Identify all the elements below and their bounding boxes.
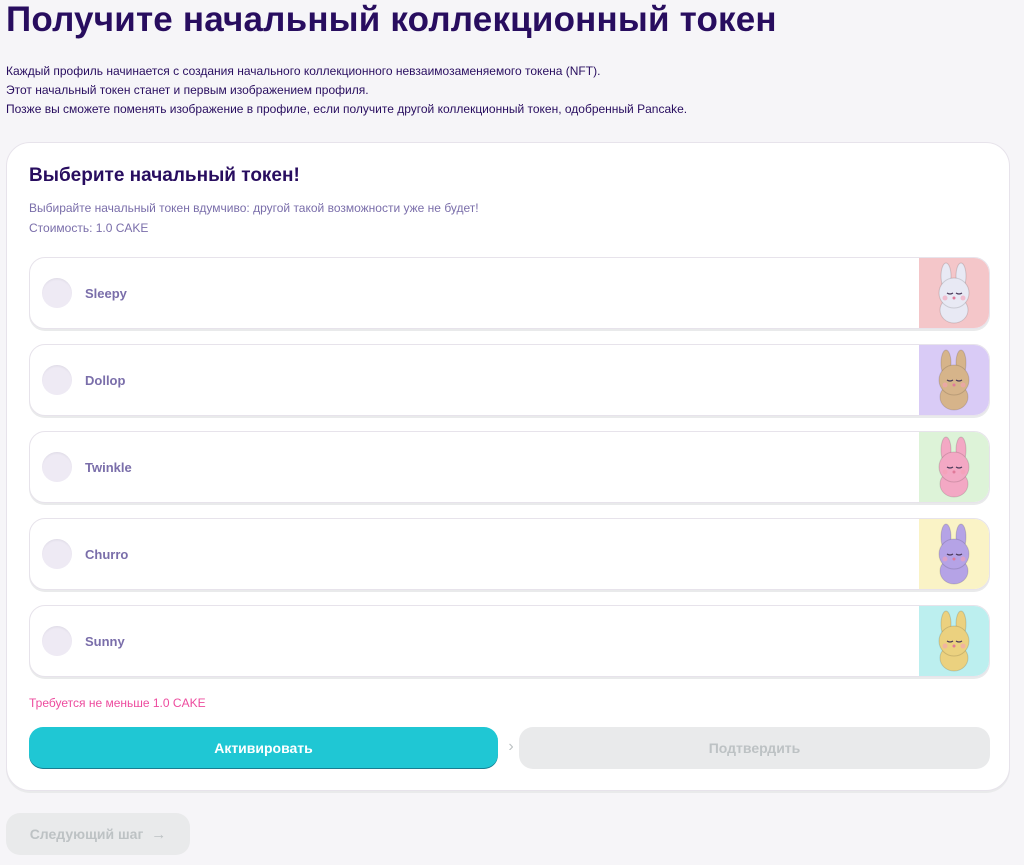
radio-button[interactable] — [42, 278, 72, 308]
radio-button[interactable] — [42, 539, 72, 569]
card-subtitle-block: Выбирайте начальный токен вдумчиво: друг… — [29, 198, 479, 238]
chevron-right-icon: › — [508, 738, 514, 755]
card-subtitle: Выбирайте начальный токен вдумчиво: друг… — [29, 201, 479, 215]
intro-line: Этот начальный токен станет и первым изо… — [6, 83, 369, 97]
token-option-sleepy[interactable]: Sleepy — [29, 257, 990, 329]
token-option-label: Sunny — [85, 634, 125, 649]
token-option-sunny[interactable]: Sunny — [29, 605, 990, 677]
token-option-churro[interactable]: Churro — [29, 518, 990, 590]
next-step-button[interactable]: Следующий шаг → — [6, 813, 190, 855]
token-option-label: Dollop — [85, 373, 126, 388]
card-title: Выберите начальный токен! — [29, 165, 300, 186]
arrow-right-icon: → — [151, 825, 167, 843]
bunny-nft-icon — [919, 432, 989, 502]
intro-line: Позже вы сможете поменять изображение в … — [6, 102, 688, 116]
intro-line: Каждый профиль начинается с создания нач… — [6, 64, 601, 78]
token-option-twinkle[interactable]: Twinkle — [29, 431, 990, 503]
bunny-nft-icon — [919, 606, 989, 676]
error-message: Требуется не меньше 1.0 CAKE — [29, 696, 206, 710]
radio-button[interactable] — [42, 365, 72, 395]
radio-button[interactable] — [42, 452, 72, 482]
cost-text: Стоимость: 1.0 CAKE — [29, 221, 149, 235]
bunny-nft-icon — [919, 519, 989, 589]
intro-text: Каждый профиль начинается с создания нач… — [6, 62, 687, 119]
token-option-label: Twinkle — [85, 460, 132, 475]
bunny-nft-icon — [919, 345, 989, 415]
activate-button[interactable]: Активировать — [29, 727, 498, 769]
token-option-dollop[interactable]: Dollop — [29, 344, 990, 416]
token-option-label: Churro — [85, 547, 129, 562]
page-title: Получите начальный коллекционный токен — [6, 0, 777, 39]
confirm-button[interactable]: Подтвердить — [519, 727, 990, 769]
next-step-label: Следующий шаг — [29, 826, 144, 842]
starter-token-card: Выберите начальный токен! Выбирайте нача… — [6, 142, 1010, 791]
token-option-label: Sleepy — [85, 286, 127, 301]
radio-button[interactable] — [42, 626, 72, 656]
bunny-nft-icon — [919, 258, 989, 328]
